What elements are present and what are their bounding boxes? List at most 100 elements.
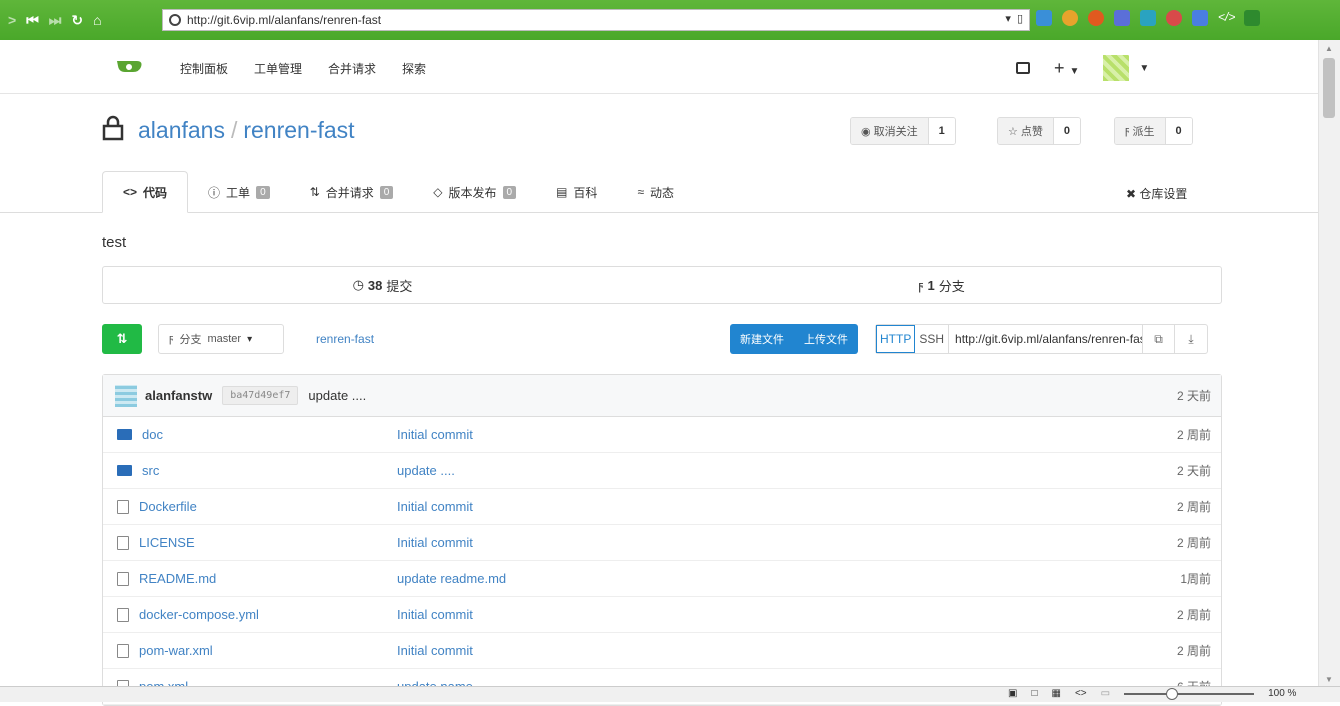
- tab-code[interactable]: <> 代码: [102, 171, 189, 213]
- repo-owner-link[interactable]: alanfans: [138, 117, 225, 143]
- first-page-icon[interactable]: ⏮: [26, 12, 39, 29]
- repo-name-link[interactable]: renren-fast: [243, 117, 354, 143]
- bookmark-icon[interactable]: ▯: [1017, 12, 1023, 25]
- vertical-scrollbar[interactable]: ▲ ▼: [1318, 40, 1340, 686]
- zoom-slider[interactable]: [1124, 687, 1255, 700]
- file-commit-message[interactable]: Initial commit: [397, 643, 473, 658]
- branches-stat[interactable]: ϝ 1 分支: [662, 267, 1221, 303]
- image-icon[interactable]: ▦: [1052, 688, 1061, 699]
- file-name-link[interactable]: src: [117, 463, 397, 478]
- cookie-icon[interactable]: [1062, 10, 1078, 26]
- zoom-slider-knob[interactable]: [1166, 687, 1179, 700]
- file-commit-message[interactable]: Initial commit: [397, 427, 473, 442]
- avatar[interactable]: [1103, 55, 1130, 81]
- file-name-link[interactable]: README.md: [117, 571, 397, 586]
- scroll-down-icon[interactable]: ▼: [1325, 675, 1333, 684]
- watch-label[interactable]: ◉ 取消关注: [851, 118, 929, 144]
- branch-dropdown[interactable]: ϝ 分支 master ▾: [158, 324, 284, 354]
- menu-explore[interactable]: 探索: [402, 60, 426, 77]
- scroll-up-icon[interactable]: ▲: [1325, 44, 1333, 53]
- scrollbar-thumb[interactable]: [1323, 58, 1335, 118]
- vue-devtools-icon[interactable]: [1140, 10, 1156, 26]
- table-row[interactable]: LICENSE Initial commit 2 周前: [103, 525, 1221, 561]
- extension-icon[interactable]: [1114, 10, 1130, 26]
- file-name-link[interactable]: pom-war.xml: [117, 643, 397, 658]
- clone-url-input[interactable]: http://git.6vip.ml/alanfans/renren-fast.…: [949, 325, 1144, 353]
- commit-sha[interactable]: ba47d49ef7: [222, 386, 299, 405]
- reload-icon[interactable]: ↻: [71, 12, 83, 29]
- upload-file-button[interactable]: 上传文件: [794, 324, 858, 354]
- file-commit-message[interactable]: Initial commit: [397, 499, 473, 514]
- site-header: 控制面板 工单管理 合并请求 探索 + ▼ ▼: [0, 40, 1318, 94]
- star-label[interactable]: ☆ 点赞: [998, 118, 1054, 144]
- table-row[interactable]: doc Initial commit 2 周前: [103, 417, 1221, 453]
- adblock-icon[interactable]: [1088, 10, 1104, 26]
- fork-button[interactable]: ϝ 派生 0: [1114, 117, 1193, 145]
- tab-pull-requests[interactable]: ⇅ 合并请求 0: [290, 171, 414, 213]
- address-bar[interactable]: http://git.6vip.ml/alanfans/renren-fast …: [162, 9, 1030, 31]
- notification-icon[interactable]: [1166, 10, 1182, 26]
- screenshot-icon[interactable]: ▣: [1008, 688, 1017, 699]
- file-name-link[interactable]: docker-compose.yml: [117, 607, 397, 622]
- code-toggle-icon[interactable]: <>: [1075, 688, 1087, 699]
- fork-label[interactable]: ϝ 派生: [1115, 118, 1166, 144]
- user-avatar-dropdown[interactable]: ▼: [1103, 55, 1149, 81]
- window-icon[interactable]: □: [1031, 688, 1037, 699]
- create-new-button[interactable]: + ▼: [1054, 58, 1079, 79]
- tab-settings[interactable]: ✖ 仓库设置: [1126, 185, 1187, 202]
- menu-pulls[interactable]: 合并请求: [328, 60, 376, 77]
- commit-message[interactable]: update ....: [308, 388, 366, 403]
- http-clone-button[interactable]: HTTP: [876, 325, 916, 353]
- forward-arrow-icon[interactable]: >: [8, 12, 16, 28]
- path-breadcrumb[interactable]: renren-fast: [316, 332, 374, 346]
- copy-icon[interactable]: ⧉: [1143, 325, 1176, 353]
- gitea-logo-icon[interactable]: [115, 58, 145, 76]
- dropdown-arrow-icon[interactable]: ▾: [1005, 12, 1011, 25]
- menu-issues[interactable]: 工单管理: [254, 60, 302, 77]
- download-icon[interactable]: ⤓: [1175, 325, 1207, 353]
- new-file-button[interactable]: 新建文件: [730, 324, 794, 354]
- file-icon: [117, 571, 129, 586]
- file-name-link[interactable]: doc: [117, 427, 397, 442]
- reset-zoom-icon[interactable]: ▭: [1101, 688, 1110, 699]
- site-info-icon[interactable]: [169, 14, 181, 26]
- menu-dashboard[interactable]: 控制面板: [180, 60, 228, 77]
- tab-issues[interactable]: ⓘ 工单 0: [188, 171, 290, 213]
- tag-icon: ◇: [433, 185, 443, 199]
- file-name-link[interactable]: LICENSE: [117, 535, 397, 550]
- repo-description: test: [102, 234, 127, 251]
- table-row[interactable]: docker-compose.yml Initial commit 2 周前: [103, 597, 1221, 633]
- file-commit-message[interactable]: Initial commit: [397, 607, 473, 622]
- devtools-icon[interactable]: </>: [1218, 10, 1235, 26]
- file-commit-message[interactable]: update readme.md: [397, 571, 506, 586]
- avatar[interactable]: [115, 384, 137, 407]
- ssh-clone-button[interactable]: SSH: [915, 325, 950, 353]
- table-row[interactable]: src update .... 2 天前: [103, 453, 1221, 489]
- star-button[interactable]: ☆ 点赞 0: [997, 117, 1082, 145]
- file-commit-message[interactable]: update ....: [397, 463, 455, 478]
- home-icon[interactable]: ⌂: [93, 12, 101, 28]
- extension-icon[interactable]: [1192, 10, 1208, 26]
- last-page-icon[interactable]: ⏭: [49, 12, 62, 29]
- extension-icon[interactable]: [1036, 10, 1052, 26]
- tab-releases[interactable]: ◇ 版本发布 0: [413, 171, 536, 213]
- address-url[interactable]: http://git.6vip.ml/alanfans/renren-fast: [187, 13, 381, 27]
- main-menu: 控制面板 工单管理 合并请求 探索: [180, 60, 426, 77]
- table-row[interactable]: Dockerfile Initial commit 2 周前: [103, 489, 1221, 525]
- fork-count[interactable]: 0: [1165, 118, 1192, 144]
- inbox-icon[interactable]: [1016, 62, 1030, 74]
- tab-activity[interactable]: ≈ 动态: [617, 171, 694, 213]
- tab-wiki[interactable]: ▤ 百科: [536, 171, 617, 213]
- file-commit-message[interactable]: Initial commit: [397, 535, 473, 550]
- file-name-link[interactable]: Dockerfile: [117, 499, 397, 514]
- compare-button[interactable]: ⇅: [102, 324, 142, 354]
- watch-count[interactable]: 1: [928, 118, 955, 144]
- table-row[interactable]: pom-war.xml Initial commit 2 周前: [103, 633, 1221, 669]
- star-count[interactable]: 0: [1053, 118, 1081, 144]
- commits-stat[interactable]: ◷ 38 提交: [103, 267, 662, 303]
- table-row[interactable]: README.md update readme.md 1周前: [103, 561, 1221, 597]
- file-commit-time: 2 周前: [1176, 608, 1211, 622]
- extension-icon[interactable]: [1244, 10, 1260, 26]
- commit-author[interactable]: alanfanstw: [145, 388, 212, 403]
- watch-button[interactable]: ◉ 取消关注 1: [850, 117, 956, 145]
